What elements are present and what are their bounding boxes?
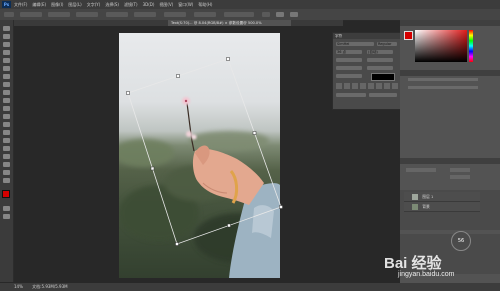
font-family-label: SimHei — [337, 42, 350, 46]
character-panel-title: 字符 — [335, 34, 342, 38]
subscript-button[interactable] — [376, 83, 382, 89]
horizontal-scale-field[interactable] — [367, 66, 393, 70]
layers-panel-header — [400, 158, 500, 164]
small-caps-button[interactable] — [360, 83, 366, 89]
baseline-shift-field[interactable] — [336, 74, 362, 78]
superscript-button[interactable] — [368, 83, 374, 89]
font-style-label: Regular — [378, 42, 392, 46]
layer-row[interactable]: 图层 1 — [404, 192, 480, 202]
font-size-value: 36 点 — [337, 50, 347, 54]
baidu-watermark-url: jingyan.baidu.com — [398, 271, 455, 278]
hue-slider[interactable] — [469, 30, 473, 62]
adjustments-panel-header — [400, 70, 500, 76]
antialias-select[interactable] — [369, 93, 397, 97]
layer-name: 背景 — [422, 204, 430, 209]
layer-thumbnail — [412, 204, 418, 210]
blend-mode-select[interactable] — [406, 168, 436, 172]
layer-name: 图层 1 — [422, 194, 434, 199]
fg-color-swatch[interactable] — [404, 31, 413, 40]
status-bar: 14% 文档:5.93M/5.93M — [0, 283, 500, 291]
document-size: 文档:5.93M/5.93M — [32, 284, 68, 289]
faux-italic-button[interactable] — [344, 83, 350, 89]
character-panel-header — [333, 33, 401, 39]
fill-field[interactable] — [450, 175, 470, 179]
zoom-level[interactable]: 14% — [14, 284, 23, 289]
strikethrough-button[interactable] — [392, 83, 398, 89]
all-caps-button[interactable] — [352, 83, 358, 89]
text-style-buttons — [336, 83, 398, 89]
baidu-watermark-logo: Bai 经验 — [384, 255, 442, 272]
character-panel: 字符 SimHei Regular 36 点 (自动) — [332, 32, 402, 110]
faux-bold-button[interactable] — [336, 83, 342, 89]
adjustment-row-2[interactable] — [408, 86, 478, 89]
vertical-scale-field[interactable] — [336, 66, 362, 70]
language-select[interactable] — [336, 93, 366, 97]
leading-value: (自动) — [368, 50, 378, 54]
opacity-field[interactable] — [450, 168, 470, 172]
underline-button[interactable] — [384, 83, 390, 89]
performance-badge: 56 — [451, 231, 471, 251]
adjustment-row-1[interactable] — [408, 78, 478, 81]
color-panel-header — [400, 20, 500, 26]
layer-row[interactable]: 背景 — [404, 202, 480, 212]
fg-color-fill — [405, 32, 412, 39]
tracking-field[interactable] — [367, 58, 393, 62]
layer-thumbnail — [412, 194, 418, 200]
kerning-field[interactable] — [336, 58, 362, 62]
color-picker-field[interactable] — [415, 30, 467, 62]
text-color-swatch[interactable] — [371, 73, 395, 81]
